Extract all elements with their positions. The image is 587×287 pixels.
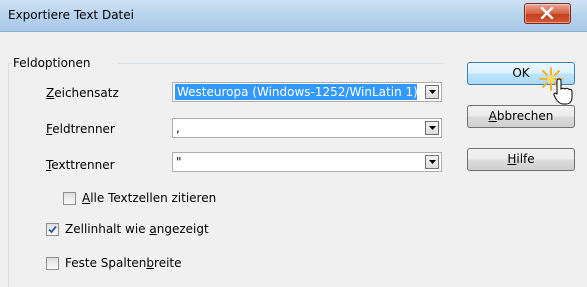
quote-all-checkbox[interactable] — [63, 192, 76, 205]
as-shown-label: Zellinhalt wie angezeigt — [65, 222, 209, 236]
dialog-title: Exportiere Text Datei — [8, 8, 134, 22]
help-button[interactable]: Hilfe — [467, 148, 575, 171]
fixed-width-label: Feste Spaltenbreite — [65, 256, 182, 270]
group-label-feldoptionen: Feldoptionen — [13, 56, 91, 70]
group-border-left — [8, 63, 9, 287]
fixed-width-checkbox[interactable] — [46, 257, 59, 270]
field-separator-dropdown-button[interactable] — [425, 121, 439, 135]
field-separator-value: , — [176, 121, 180, 135]
text-delimiter-select[interactable]: " — [172, 152, 442, 172]
group-divider — [118, 63, 444, 64]
text-delimiter-value: " — [176, 155, 182, 169]
charset-select[interactable]: Westeuropa (Windows-1252/WinLatin 1) — [172, 82, 442, 102]
charset-label: Zeichensatz — [46, 86, 119, 100]
field-separator-select[interactable]: , — [172, 118, 442, 138]
as-shown-checkbox[interactable] — [46, 223, 59, 236]
chevron-down-icon — [429, 160, 436, 164]
text-delimiter-label: Texttrenner — [46, 158, 115, 172]
mouse-cursor-icon — [553, 78, 573, 105]
text-delimiter-dropdown-button[interactable] — [425, 155, 439, 169]
close-icon — [540, 7, 554, 19]
close-button[interactable] — [524, 3, 571, 24]
checkmark-icon — [48, 225, 57, 234]
charset-value: Westeuropa (Windows-1252/WinLatin 1) — [175, 84, 417, 100]
title-bar: Exportiere Text Datei — [0, 0, 587, 32]
export-text-dialog: Exportiere Text Datei Feldoptionen Zeich… — [0, 0, 587, 287]
field-separator-label: Feldtrenner — [46, 122, 115, 136]
chevron-down-icon — [429, 90, 436, 94]
chevron-down-icon — [429, 126, 436, 130]
quote-all-label: Alle Textzellen zitieren — [82, 191, 217, 205]
cancel-button[interactable]: Abbrechen — [467, 105, 575, 128]
charset-dropdown-button[interactable] — [425, 85, 439, 99]
